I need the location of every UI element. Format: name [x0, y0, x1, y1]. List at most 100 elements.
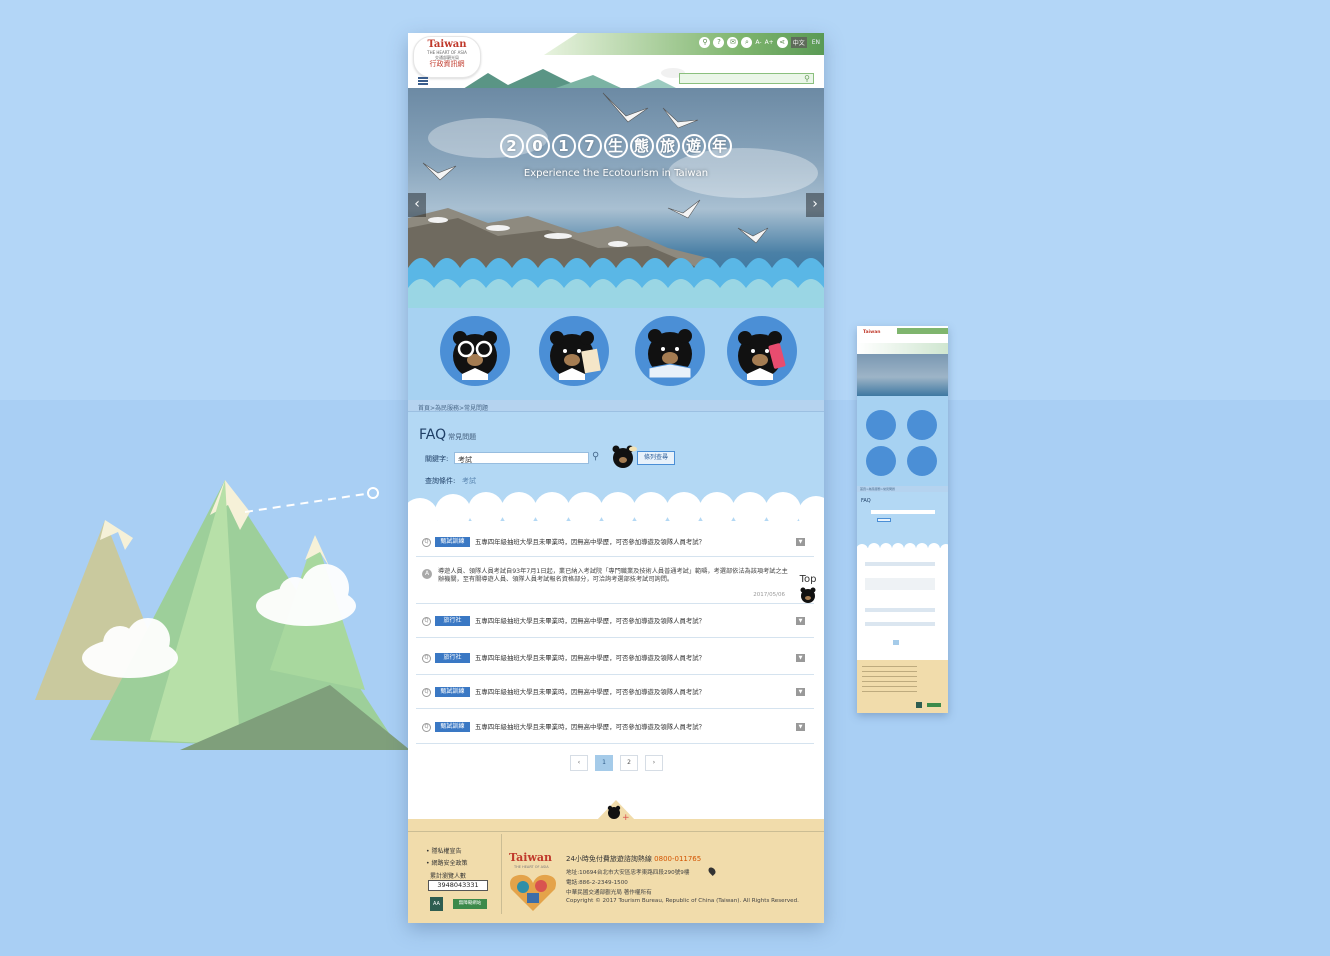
- category-tag: 甄試訓練: [435, 687, 470, 697]
- faq-row[interactable]: Q 甄試訓練 五專四年級抽班大學且未畢業時，因無高中學歷，可否參加導遊及領隊人員…: [416, 718, 814, 744]
- pagination-page[interactable]: 1: [595, 755, 613, 771]
- mobile-bear-button[interactable]: [866, 446, 896, 476]
- category-tag: 旅行社: [435, 653, 470, 663]
- header-search-input[interactable]: ⚲: [679, 73, 814, 84]
- mobile-faq-row[interactable]: [865, 622, 935, 626]
- footer-bear-tab[interactable]: +: [595, 800, 637, 822]
- question-icon: Q: [422, 538, 431, 547]
- logo-title: Taiwan: [427, 39, 467, 50]
- question-text[interactable]: 五專四年級抽班大學且未畢業時，因無高中學歷，可否參加導遊及領隊人員考試？: [475, 722, 705, 732]
- mobile-mockup: Taiwan 首頁>為民服務>常見問題 FAQ: [857, 326, 948, 713]
- site-logo[interactable]: Taiwan THE HEART OF ASIA 交通部觀光局 行政資訊網: [413, 36, 481, 78]
- question-icon: Q: [422, 688, 431, 697]
- mobile-footer-text: [862, 666, 917, 696]
- page-title: FAQ 常見問題: [419, 427, 477, 443]
- mountain-scene-illustration: [35, 480, 410, 750]
- pagination-prev[interactable]: ‹: [570, 755, 588, 771]
- hero-title: 2017生態旅遊年: [408, 132, 824, 158]
- footer-logo-tagline: THE HEART OF ASIA: [514, 865, 549, 869]
- question-text[interactable]: 五專四年級抽班大學且未畢業時，因無高中學歷，可否參加導遊及領隊人員考試？: [475, 616, 705, 626]
- footer-address: 地址:10694台北市大安區忠孝東路四段290號9樓: [566, 870, 690, 876]
- bear-news-button[interactable]: [539, 316, 609, 386]
- list-search-button[interactable]: 條列查尋: [637, 451, 675, 465]
- top-toolbar: ⚲ ? ✉ ⌕ A- A+ ⋖ 中文 EN: [544, 33, 824, 55]
- back-to-top-button[interactable]: Top: [797, 574, 819, 608]
- help-icon[interactable]: ?: [713, 37, 725, 48]
- hotline: 24小時免付費旅遊諮詢熱線 0800-011765: [566, 855, 702, 863]
- collapse-toggle-icon[interactable]: ▼: [796, 654, 805, 662]
- breadcrumb[interactable]: 首頁>為民服務>常見問題: [408, 400, 824, 412]
- search-icon[interactable]: ⚲: [804, 74, 810, 83]
- mobile-accessibility-mark[interactable]: [927, 703, 941, 707]
- collapse-toggle-icon[interactable]: ▼: [796, 617, 805, 625]
- faq-row[interactable]: Q 甄試訓練 五專四年級抽班大學且未畢業時，因無高中學歷，可否參加導遊及領隊人員…: [416, 533, 814, 557]
- operation-value: 考試: [462, 477, 476, 485]
- mobile-bear-button[interactable]: [907, 446, 937, 476]
- keyword-input[interactable]: 考試: [454, 452, 589, 464]
- visitor-count-label: 累計瀏覽人數: [430, 873, 467, 880]
- mobile-faq-row[interactable]: [865, 608, 935, 612]
- bear-phone-button[interactable]: [727, 316, 797, 386]
- top-label: Top: [799, 574, 817, 585]
- mobile-bear-button[interactable]: [907, 410, 937, 440]
- category-tag: 甄試訓練: [435, 537, 470, 547]
- category-tag: 旅行社: [435, 616, 470, 626]
- bear-glasses-button[interactable]: [440, 316, 510, 386]
- answer-icon: A: [422, 569, 432, 579]
- faq-row[interactable]: Q 旅行社 五專四年級抽班大學且未畢業時，因無高中學歷，可否參加導遊及領隊人員考…: [416, 612, 814, 638]
- mobile-bear-button[interactable]: [866, 410, 896, 440]
- collapse-toggle-icon[interactable]: ▼: [796, 723, 805, 731]
- page-subtitle: 常見問題: [448, 433, 477, 441]
- mail-icon[interactable]: ✉: [727, 37, 739, 48]
- footer-link-privacy[interactable]: • 隱私權宣告: [426, 846, 461, 855]
- pagination-page[interactable]: 2: [620, 755, 638, 771]
- mobile-keyword-input[interactable]: [871, 510, 935, 514]
- faq-row[interactable]: Q 甄試訓練 五專四年級抽班大學且未畢業時，因無高中學歷，可否參加導遊及領隊人員…: [416, 683, 814, 709]
- footer-phone: 電話:886-2-2349-1500: [566, 880, 628, 886]
- collapse-toggle-icon[interactable]: ▼: [796, 538, 805, 546]
- row-divider: [416, 603, 814, 604]
- lang-zh-button[interactable]: 中文: [790, 37, 807, 48]
- logo-caption: 行政資訊網: [429, 60, 465, 68]
- waves-decoration: [408, 258, 824, 308]
- accessibility-mark[interactable]: 無障礙網站: [453, 899, 487, 909]
- question-icon: Q: [422, 617, 431, 626]
- operation-label: 查詢條件:: [425, 477, 456, 485]
- faq-row[interactable]: Q 旅行社 五專四年級抽班大學且未畢業時，因無高中學歷，可否參加導遊及領隊人員考…: [416, 649, 814, 675]
- carousel-next-button[interactable]: ›: [806, 193, 824, 217]
- collapse-toggle-icon[interactable]: ▼: [796, 688, 805, 696]
- faq-answer: A 導遊人員、領隊人員考試自93年7月1日起，業已納入考試院「專門職業及技術人員…: [416, 567, 814, 603]
- font-large-button[interactable]: A+: [765, 39, 774, 46]
- mobile-faq-row[interactable]: [865, 562, 935, 566]
- answer-text: 導遊人員、領隊人員考試自93年7月1日起，業已納入考試院「專門職業及技術人員普通…: [438, 568, 788, 583]
- footer-owner: 中華民國交通部觀光局 著作權所有: [566, 890, 652, 896]
- map-pin-icon[interactable]: [707, 866, 717, 876]
- mobile-toolbar: [897, 328, 948, 334]
- carousel-prev-button[interactable]: ‹: [408, 193, 426, 217]
- mobile-accessibility-badge[interactable]: [916, 702, 922, 708]
- search-tool-icon[interactable]: ⌕: [741, 37, 753, 48]
- answer-date: 2017/05/06: [753, 592, 785, 598]
- bear-book-button[interactable]: [635, 316, 705, 386]
- hamburger-menu-icon[interactable]: [418, 77, 428, 85]
- share-icon[interactable]: ⋖: [776, 37, 788, 48]
- footer-heart-illustration: [510, 874, 556, 911]
- font-small-button[interactable]: A-: [755, 39, 761, 46]
- keyword-label: 關鍵字:: [425, 455, 449, 463]
- keyword-search-icon[interactable]: ⚲: [592, 451, 599, 462]
- mobile-pagination[interactable]: [893, 640, 899, 645]
- hotline-number[interactable]: 0800-011765: [654, 855, 701, 863]
- cloud-divider: [408, 492, 824, 526]
- question-text[interactable]: 五專四年級抽班大學且未畢業時，因無高中學歷，可否參加導遊及領隊人員考試？: [475, 537, 705, 547]
- sitemap-icon[interactable]: ⚲: [699, 37, 711, 48]
- mobile-list-button[interactable]: [877, 518, 891, 522]
- lang-en-button[interactable]: EN: [810, 38, 822, 47]
- footer-link-security[interactable]: • 網路安全政策: [426, 858, 467, 867]
- category-tag: 甄試訓練: [435, 722, 470, 732]
- pagination-next[interactable]: ›: [645, 755, 663, 771]
- mobile-logo: Taiwan: [863, 330, 881, 335]
- site-footer: • 隱私權宣告 • 網路安全政策 累計瀏覽人數 3948043331 AA 無障…: [408, 819, 824, 923]
- question-text[interactable]: 五專四年級抽班大學且未畢業時，因無高中學歷，可否參加導遊及領隊人員考試？: [475, 687, 705, 697]
- accessibility-badge[interactable]: AA: [430, 897, 443, 911]
- question-text[interactable]: 五專四年級抽班大學且未畢業時，因無高中學歷，可否參加導遊及領隊人員考試？: [475, 653, 705, 663]
